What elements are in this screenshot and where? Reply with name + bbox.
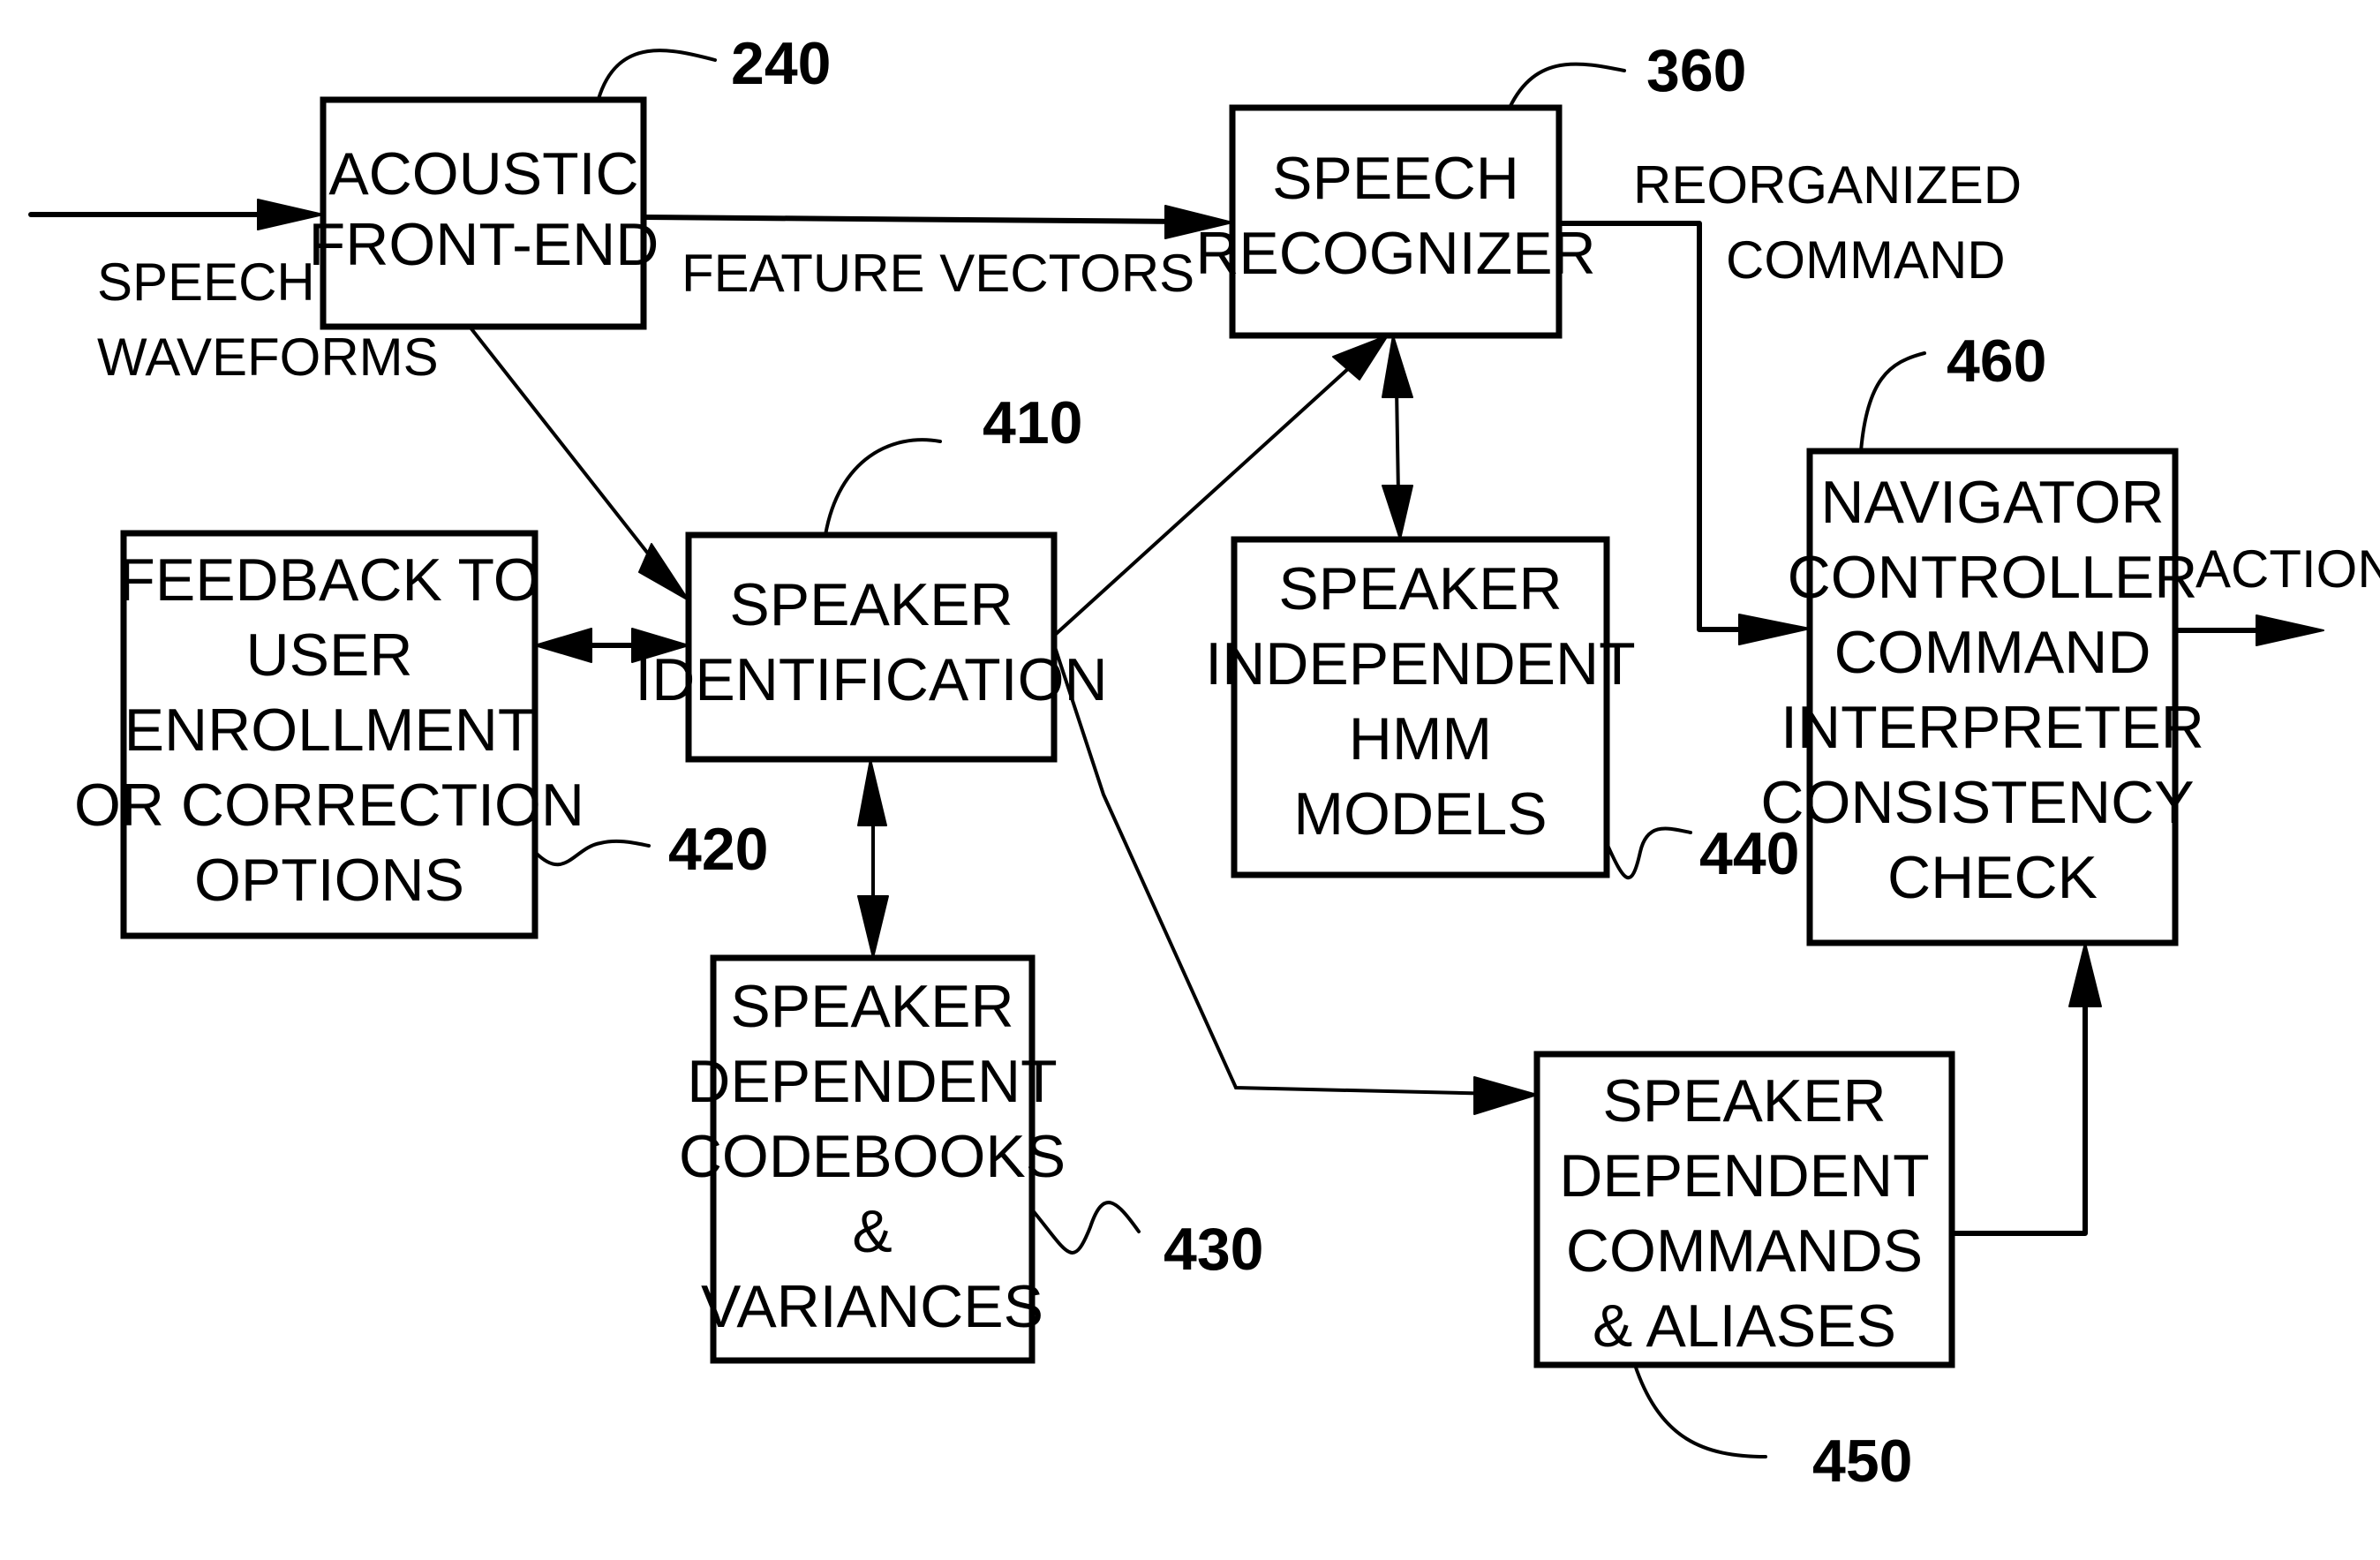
block-line: CONSISTENCY: [1760, 769, 2194, 836]
block-line: CHECK: [1887, 844, 2098, 911]
feature-vectors-label: FEATURE VECTORS: [682, 244, 1194, 303]
ref-460-leader: [1859, 351, 1926, 453]
block-feedback: FEEDBACK TO USER ENROLLMENT OR CORRECTIO…: [74, 530, 584, 939]
block-line: DEPENDENT: [1559, 1142, 1929, 1210]
block-line: RECOGNIZER: [1195, 220, 1595, 287]
block-line: SPEAKER: [1602, 1067, 1886, 1134]
speakerid-codebooks-arrowhead-down: [857, 895, 889, 959]
block-line: INDEPENDENT: [1205, 630, 1635, 697]
block-diagram: ACOUSTIC FRONT-END SPEECH RECOGNIZER FEE…: [28, 30, 2380, 1495]
speech-waveforms-label-line2: WAVEFORMS: [97, 328, 439, 387]
block-line: SPEECH: [1272, 145, 1519, 212]
reorganized-command-arrowhead: [1738, 614, 1811, 645]
ref-numeral-450: 450: [1812, 1428, 1912, 1495]
ref-360-leader: [1508, 62, 1626, 109]
block-speech-recognizer: SPEECH RECOGNIZER: [1195, 104, 1596, 339]
ref-numeral-430: 430: [1164, 1216, 1263, 1283]
ref-numeral-420: 420: [668, 816, 768, 883]
reorganized-command-label-line2: COMMAND: [1726, 230, 2006, 290]
block-line: ENROLLMENT: [124, 697, 535, 764]
recognizer-hmm-line: [1395, 387, 1400, 496]
reorganized-command-label-line1: REORGANIZED: [1633, 155, 2022, 215]
block-line: COMMANDS: [1566, 1217, 1923, 1285]
commands-to-navigator-arrowhead: [2068, 942, 2102, 1007]
ref-numeral-440: 440: [1699, 820, 1799, 887]
ref-410-leader: [824, 438, 942, 537]
ref-430-leader: [1030, 1201, 1141, 1255]
block-navigator-controller: NAVIGATOR CONTROLLER COMMAND INTERPRETER…: [1760, 448, 2204, 946]
block-line: ACOUSTIC: [328, 140, 638, 207]
speakerid-to-commands-arrowhead: [1473, 1076, 1538, 1115]
ref-numeral-360: 360: [1646, 37, 1746, 104]
block-line: IDENTIFICATION: [635, 646, 1107, 713]
feature-vectors-line: [641, 215, 1186, 224]
block-line: CODEBOOKS: [679, 1123, 1066, 1190]
recognizer-hmm-arrowhead-down: [1382, 485, 1413, 540]
block-sd-codebooks: SPEAKER DEPENDENT CODEBOOKS & VARIANCES: [679, 954, 1066, 1364]
block-sd-commands: SPEAKER DEPENDENT COMMANDS & ALIASES: [1533, 1051, 1955, 1368]
block-line: OPTIONS: [194, 847, 464, 914]
speakerid-codebooks-arrowhead-up: [857, 758, 887, 826]
ref-420-leader: [533, 839, 651, 867]
block-line: MODELS: [1293, 780, 1547, 848]
feedback-arrowhead: [534, 628, 592, 663]
block-line: COMMAND: [1834, 619, 2151, 686]
block-speaker-identification: SPEAKER IDENTIFICATION: [635, 531, 1108, 763]
ref-numeral-410: 410: [983, 389, 1082, 456]
block-line: &: [852, 1198, 892, 1265]
action-arrowhead: [2256, 614, 2324, 646]
block-si-hmm-models: SPEAKER INDEPENDENT HMM MODELS: [1205, 536, 1636, 878]
ref-numeral-240: 240: [731, 30, 831, 97]
recognizer-hmm-arrowhead-up: [1382, 335, 1413, 398]
commands-to-navigator-line: [1949, 995, 2088, 1236]
action-label: ACTION: [2195, 539, 2380, 599]
block-line: INTERPRETER: [1781, 694, 2204, 761]
block-line: SPEAKER: [1278, 555, 1562, 622]
block-acoustic-front-end: ACOUSTIC FRONT-END: [309, 96, 659, 330]
ref-450-leader: [1633, 1363, 1767, 1458]
block-line: HMM: [1349, 705, 1492, 772]
block-line: VARIANCES: [701, 1273, 1043, 1340]
block-line: OR CORRECTION: [74, 772, 584, 839]
speech-waveforms-label-line1: SPEECH: [97, 252, 315, 312]
block-line: FEEDBACK TO: [118, 546, 539, 614]
block-line: SPEAKER: [730, 973, 1013, 1040]
block-line: SPEAKER: [729, 571, 1013, 638]
block-line: NAVIGATOR: [1820, 469, 2164, 536]
block-line: FRONT-END: [309, 211, 659, 278]
block-line: USER: [246, 622, 413, 689]
block-line: & ALIASES: [1593, 1292, 1896, 1360]
ref-numeral-460: 460: [1947, 328, 2046, 395]
ref-240-leader: [597, 49, 717, 101]
block-line: DEPENDENT: [687, 1048, 1057, 1115]
block-line: CONTROLLER: [1788, 544, 2198, 611]
ref-440-leader: [1605, 826, 1692, 880]
